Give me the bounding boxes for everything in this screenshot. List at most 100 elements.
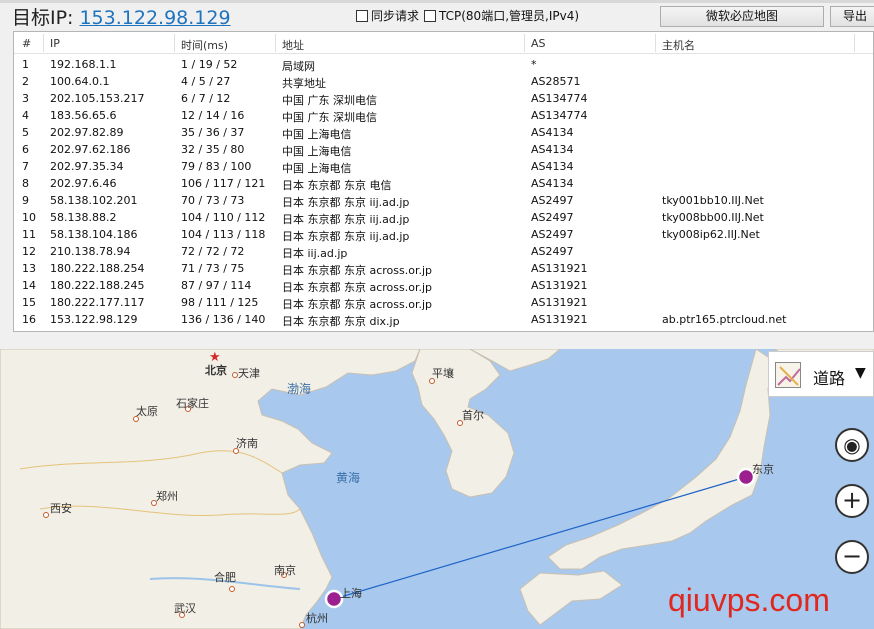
plus-icon: + xyxy=(841,486,863,514)
hop-address-cell: 日本 东京都 东京 across.or.jp xyxy=(282,298,433,311)
hop-ip-cell: 180.222.188.245 xyxy=(50,279,145,292)
table-row[interactable]: 10 58.138.88.2 104 / 110 / 112 日本 东京都 东京 ii… xyxy=(14,209,873,226)
export-button[interactable]: 导出 xyxy=(830,6,874,27)
hop-address-cell: 日本 东京都 东京 iij.ad.jp xyxy=(282,213,410,226)
map-style-dropdown[interactable]: 道路 ▼ xyxy=(768,351,874,397)
hop-index-cell: 13 xyxy=(22,262,36,275)
target-ip-label: 目标IP: 153.122.98.129 xyxy=(12,7,231,29)
column-header-index[interactable]: # xyxy=(22,37,31,50)
hop-index-cell: 12 xyxy=(22,245,36,258)
map-label-bohai: 渤海 xyxy=(287,382,312,396)
land-japan-south xyxy=(519,570,623,626)
checkbox-icon[interactable] xyxy=(424,9,436,22)
hop-as-cell: AS4134 xyxy=(531,177,574,190)
hop-as-cell: AS131921 xyxy=(531,262,588,275)
table-row[interactable]: 5 202.97.82.89 35 / 36 / 37 中国 上海电信 AS4134 xyxy=(14,124,873,141)
map-label-tianjin: 天津 xyxy=(238,367,260,380)
hop-index-cell: 3 xyxy=(22,92,29,105)
map-label-beijing: 北京 xyxy=(205,364,227,377)
hop-time-cell: 35 / 36 / 37 xyxy=(181,126,245,139)
road-map-icon xyxy=(775,362,801,388)
hop-ip-cell: 183.56.65.6 xyxy=(50,109,117,122)
hop-as-cell: AS2497 xyxy=(531,194,574,207)
hop-index-cell: 4 xyxy=(22,109,29,122)
hop-index-cell: 11 xyxy=(22,228,36,241)
map-label-xian: 西安 xyxy=(50,502,72,515)
hop-ip-cell: 202.97.35.34 xyxy=(50,160,124,173)
hop-ip-cell: 180.222.177.117 xyxy=(50,296,145,309)
bing-map-button[interactable]: 微软必应地图 xyxy=(660,6,824,27)
table-row[interactable]: 3 202.105.153.217 6 / 7 / 12 中国 广东 深圳电信 AS13… xyxy=(14,90,873,107)
minus-icon: − xyxy=(841,542,863,570)
table-row[interactable]: 12 210.138.78.94 72 / 72 / 72 日本 iij.ad.jp A… xyxy=(14,243,873,260)
table-row[interactable]: 11 58.138.104.186 104 / 113 / 118 日本 东京都 东京… xyxy=(14,226,873,243)
hop-index-cell: 10 xyxy=(22,211,36,224)
map-label-taiyuan: 太原 xyxy=(136,405,158,418)
hop-index-cell: 8 xyxy=(22,177,29,190)
hop-time-cell: 79 / 83 / 100 xyxy=(181,160,252,173)
tcp-mode-checkbox[interactable]: TCP(80端口,管理员,IPv4) xyxy=(424,7,579,24)
hop-time-cell: 72 / 72 / 72 xyxy=(181,245,245,258)
column-header-hostname[interactable]: 主机名 xyxy=(662,37,695,53)
table-row[interactable]: 16 153.122.98.129 136 / 136 / 140 日本 东京都 东京… xyxy=(14,311,873,328)
hop-index-cell: 15 xyxy=(22,296,36,309)
map-label-wuhan: 武汉 xyxy=(174,602,196,615)
column-header-ip[interactable]: IP xyxy=(50,37,60,50)
column-header-address[interactable]: 地址 xyxy=(282,37,304,53)
hop-index-cell: 1 xyxy=(22,58,29,71)
hop-address-cell: 日本 东京都 东京 iij.ad.jp xyxy=(282,230,410,243)
table-row[interactable]: 6 202.97.62.186 32 / 35 / 80 中国 上海电信 AS4134 xyxy=(14,141,873,158)
hop-address-cell: 中国 上海电信 xyxy=(282,162,352,175)
hop-time-cell: 104 / 113 / 118 xyxy=(181,228,266,241)
traceroute-table: # IP 时间(ms) 地址 AS 主机名 1 192.168.1.1 1 / 19… xyxy=(13,31,874,332)
map-label-jinan: 济南 xyxy=(236,437,258,450)
target-ip-link[interactable]: 153.122.98.129 xyxy=(79,7,230,29)
hop-hostname-cell: tky001bb10.IIJ.Net xyxy=(662,194,764,207)
table-row[interactable]: 2 100.64.0.1 4 / 5 / 27 共享地址 AS28571 xyxy=(14,73,873,90)
locate-button[interactable]: ◉ xyxy=(835,428,869,462)
sync-request-checkbox[interactable]: 同步请求 xyxy=(356,7,419,24)
hop-address-cell: 日本 东京都 东京 电信 xyxy=(282,179,392,192)
hop-as-cell: AS134774 xyxy=(531,109,588,122)
zoom-out-button[interactable]: − xyxy=(835,540,869,574)
hop-address-cell: 中国 上海电信 xyxy=(282,145,352,158)
hop-address-cell: 日本 东京都 东京 dix.jp xyxy=(282,315,400,328)
hop-ip-cell: 202.97.82.89 xyxy=(50,126,124,139)
hop-time-cell: 104 / 110 / 112 xyxy=(181,211,266,224)
hop-as-cell: AS28571 xyxy=(531,75,581,88)
table-row[interactable]: 8 202.97.6.46 106 / 117 / 121 日本 东京都 东京 电信 A… xyxy=(14,175,873,192)
hop-ip-cell: 58.138.102.201 xyxy=(50,194,138,207)
table-row[interactable]: 14 180.222.188.245 87 / 97 / 114 日本 东京都 东京 … xyxy=(14,277,873,294)
hop-ip-cell: 58.138.88.2 xyxy=(50,211,117,224)
hop-as-cell: AS2497 xyxy=(531,228,574,241)
hop-as-cell: AS131921 xyxy=(531,296,588,309)
hop-ip-cell: 202.97.6.46 xyxy=(50,177,117,190)
map-label-seoul: 首尔 xyxy=(462,409,484,422)
map-label-pyongyang: 平壤 xyxy=(432,367,454,380)
table-row[interactable]: 9 58.138.102.201 70 / 73 / 73 日本 东京都 东京 iij… xyxy=(14,192,873,209)
hop-address-cell: 局域网 xyxy=(282,60,315,73)
hop-time-cell: 32 / 35 / 80 xyxy=(181,143,245,156)
land-japan xyxy=(547,349,775,570)
hop-address-cell: 日本 东京都 东京 iij.ad.jp xyxy=(282,196,410,209)
hop-address-cell: 中国 广东 深圳电信 xyxy=(282,111,377,124)
hop-ip-cell: 58.138.104.186 xyxy=(50,228,138,241)
hop-as-cell: AS4134 xyxy=(531,143,574,156)
hop-address-cell: 中国 广东 深圳电信 xyxy=(282,94,377,107)
table-row[interactable]: 1 192.168.1.1 1 / 19 / 52 局域网 * xyxy=(14,56,873,73)
hop-index-cell: 6 xyxy=(22,143,29,156)
table-row[interactable]: 4 183.56.65.6 12 / 14 / 16 中国 广东 深圳电信 AS1347… xyxy=(14,107,873,124)
table-row[interactable]: 13 180.222.188.254 71 / 73 / 75 日本 东京都 东京 a… xyxy=(14,260,873,277)
hop-address-cell: 日本 iij.ad.jp xyxy=(282,247,348,260)
table-row[interactable]: 15 180.222.177.117 98 / 111 / 125 日本 东京都 东京… xyxy=(14,294,873,311)
table-row[interactable]: 7 202.97.35.34 79 / 83 / 100 中国 上海电信 AS4134 xyxy=(14,158,873,175)
column-header-time[interactable]: 时间(ms) xyxy=(181,37,228,53)
zoom-in-button[interactable]: + xyxy=(835,484,869,518)
checkbox-icon[interactable] xyxy=(356,9,368,22)
hop-as-cell: AS134774 xyxy=(531,92,588,105)
column-header-as[interactable]: AS xyxy=(531,37,546,50)
hop-ip-cell: 202.105.153.217 xyxy=(50,92,145,105)
hop-time-cell: 4 / 5 / 27 xyxy=(181,75,231,88)
map-label-hangzhou: 杭州 xyxy=(306,612,328,625)
hop-as-cell: AS4134 xyxy=(531,126,574,139)
